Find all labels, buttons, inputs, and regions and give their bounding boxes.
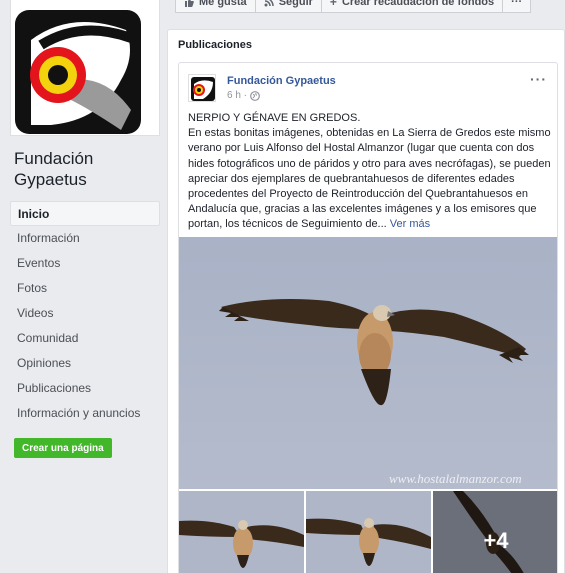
posts-section: Publicaciones Fundación Gypaetus 6 h · ·… [167,29,565,573]
page-nav: Inicio Información Eventos Fotos Videos … [10,201,160,426]
nav-item-publicaciones[interactable]: Publicaciones [10,376,160,401]
create-page-button[interactable]: Crear una página [14,438,112,458]
post-text: NERPIO Y GÉNAVE EN GREDOS. En estas boni… [188,111,554,233]
thumbnail-photo-2[interactable] [306,491,431,573]
more-photos-count: +4 [433,491,557,573]
create-fundraiser-button[interactable]: + Crear recaudación de fondos [321,0,504,13]
page-name[interactable]: Fundación Gypaetus [14,148,159,190]
section-title: Publicaciones [178,39,252,51]
vulture-thumb-2 [306,491,431,573]
rss-icon [264,0,274,7]
fundraiser-label: Crear recaudación de fondos [341,0,495,8]
plus-icon: + [329,0,337,9]
more-icon: ··· [511,0,523,8]
like-label: Me gusta [199,0,247,8]
see-more-link[interactable]: Ver más [390,218,430,230]
nav-item-comunidad[interactable]: Comunidad [10,326,160,351]
vulture-thumb-1 [179,491,304,573]
nav-item-opiniones[interactable]: Opiniones [10,351,160,376]
nav-item-fotos[interactable]: Fotos [10,276,160,301]
thumbnail-more-photos[interactable]: +4 [433,491,557,573]
vulture-photo: www.hostalalmanzor.com [179,237,557,489]
like-button[interactable]: Me gusta [175,0,256,13]
post-author-avatar[interactable] [188,74,216,102]
post-body-text: En estas bonitas imágenes, obtenidas en … [188,127,551,231]
gypaetus-logo-small [191,77,215,101]
post-body: En estas bonitas imágenes, obtenidas en … [188,126,554,232]
thumbs-up-icon [185,0,194,7]
nav-item-informacion[interactable]: Información [10,226,160,251]
nav-item-informacion-anuncios[interactable]: Información y anuncios [10,401,160,426]
post-heading: NERPIO Y GÉNAVE EN GREDOS. [188,112,361,124]
page-profile-picture[interactable] [10,0,160,136]
page-action-bar: Me gusta Seguir + Crear recaudación de f… [175,0,532,13]
nav-item-videos[interactable]: Videos [10,301,160,326]
post-author-name[interactable]: Fundación Gypaetus [227,75,336,87]
follow-button[interactable]: Seguir [255,0,322,13]
nav-item-inicio[interactable]: Inicio [10,201,160,226]
globe-icon [250,90,260,101]
post-options-button[interactable]: ··· [530,71,547,87]
gypaetus-logo [15,10,141,134]
post-card: Fundación Gypaetus 6 h · ··· NERPIO Y GÉ… [178,62,558,573]
photo-watermark: www.hostalalmanzor.com [389,471,522,486]
left-column: Fundación Gypaetus Inicio Información Ev… [0,0,166,573]
more-actions-button[interactable]: ··· [503,0,532,13]
follow-label: Seguir [278,0,313,8]
nav-item-eventos[interactable]: Eventos [10,251,160,276]
post-meta: 6 h · [227,90,260,101]
thumbnail-photo-1[interactable] [179,491,304,573]
post-time[interactable]: 6 h · [227,90,247,101]
post-main-photo[interactable]: www.hostalalmanzor.com [179,237,557,489]
post-thumbnails: +4 [179,491,557,573]
